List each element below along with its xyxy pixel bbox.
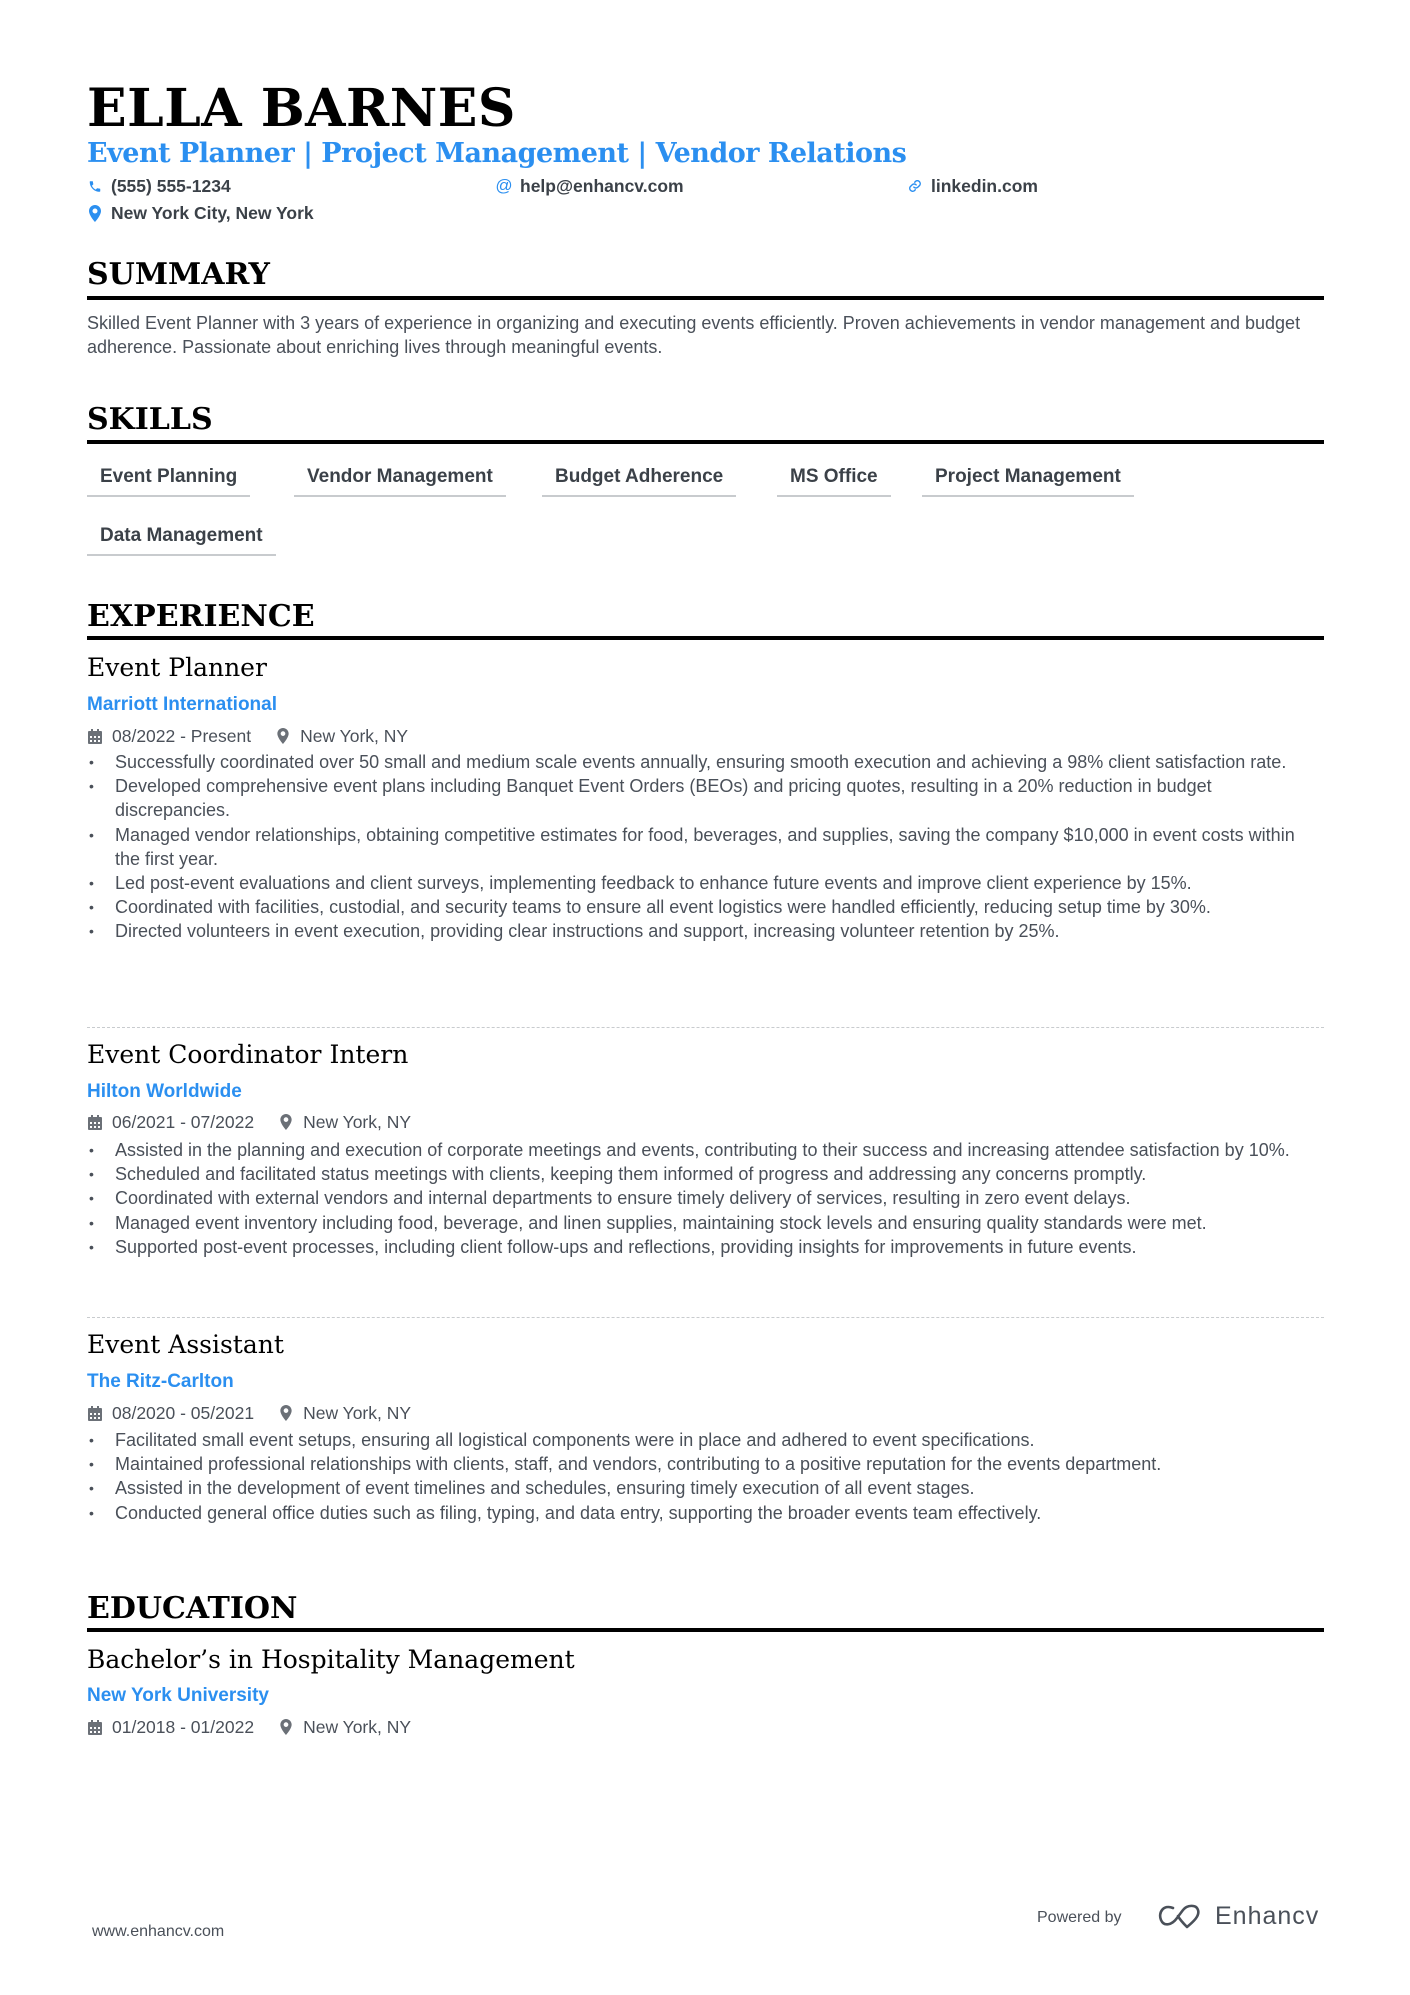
- degree-title: Bachelor’s in Hospitality Management: [87, 1645, 575, 1674]
- bullet-item: Maintained professional relationships wi…: [87, 1452, 1324, 1476]
- location-text: New York City, New York: [111, 202, 314, 223]
- candidate-name: ELLA BARNES: [87, 78, 516, 139]
- footer-website-link[interactable]: www.enhancv.com: [92, 1923, 224, 1941]
- school-name: New York University: [87, 1685, 269, 1706]
- job-location: New York, NY: [300, 725, 409, 746]
- job-location: New York, NY: [303, 1111, 412, 1132]
- contact-email[interactable]: @ help@enhancv.com: [495, 175, 684, 197]
- at-icon: @: [495, 176, 513, 195]
- job-meta: 08/2020 - 05/2021 New York, NY: [87, 1402, 411, 1424]
- email-link[interactable]: help@enhancv.com: [520, 176, 684, 197]
- education-rule: [87, 1628, 1324, 1632]
- bullet-item: Supported post-event processes, includin…: [87, 1235, 1324, 1259]
- location-pin-icon: [278, 1405, 294, 1422]
- skill-tag: Data Management: [87, 522, 276, 556]
- job-divider: [87, 1317, 1324, 1318]
- job-dates: 08/2022 - Present: [112, 725, 252, 746]
- job-dates: 06/2021 - 07/2022: [112, 1111, 255, 1132]
- calendar-icon: [87, 1719, 103, 1736]
- education-meta: 01/2018 - 01/2022 New York, NY: [87, 1716, 411, 1738]
- job-bullets: Facilitated small event setups, ensuring…: [87, 1428, 1324, 1525]
- experience-heading: EXPERIENCE: [87, 599, 315, 634]
- bullet-item: Facilitated small event setups, ensuring…: [87, 1428, 1324, 1452]
- bullet-item: Developed comprehensive event plans incl…: [87, 774, 1324, 822]
- job-title: Event Coordinator Intern: [87, 1040, 409, 1069]
- location-pin-icon: [278, 1719, 294, 1736]
- bullet-item: Managed vendor relationships, obtaining …: [87, 823, 1324, 871]
- job-location: New York, NY: [303, 1402, 412, 1423]
- company-name: Marriott International: [87, 694, 278, 715]
- calendar-icon: [87, 1114, 103, 1131]
- bullet-item: Scheduled and facilitated status meeting…: [87, 1162, 1324, 1186]
- candidate-headline: Event Planner | Project Management | Ven…: [87, 138, 907, 169]
- contact-linkedin[interactable]: linkedin.com: [907, 175, 1038, 197]
- bullet-item: Assisted in the development of event tim…: [87, 1476, 1324, 1500]
- phone-text: (555) 555-1234: [111, 175, 231, 196]
- calendar-icon: [87, 1405, 103, 1422]
- powered-by-label: Powered by: [1037, 1909, 1122, 1926]
- link-icon: [907, 177, 923, 195]
- education-location: New York, NY: [303, 1716, 412, 1737]
- skill-tag: Vendor Management: [294, 463, 506, 497]
- job-bullets: Successfully coordinated over 50 small a…: [87, 750, 1324, 944]
- calendar-icon: [87, 728, 103, 745]
- phone-icon: [87, 177, 103, 195]
- job-title: Event Planner: [87, 653, 267, 682]
- skills-heading: SKILLS: [87, 402, 213, 437]
- job-meta: 08/2022 - Present New York, NY: [87, 725, 408, 747]
- bullet-item: Coordinated with facilities, custodial, …: [87, 895, 1324, 919]
- location-pin-icon: [275, 728, 291, 745]
- summary-text: Skilled Event Planner with 3 years of ex…: [87, 313, 1301, 357]
- skill-tag: Budget Adherence: [542, 463, 737, 497]
- summary-rule: [87, 296, 1324, 300]
- bullet-item: Coordinated with external vendors and in…: [87, 1186, 1324, 1210]
- bullet-item: Conducted general office duties such as …: [87, 1501, 1324, 1525]
- skill-tag: Project Management: [922, 463, 1134, 497]
- bullet-item: Directed volunteers in event execution, …: [87, 919, 1324, 943]
- summary-heading: SUMMARY: [87, 257, 270, 292]
- bullet-item: Successfully coordinated over 50 small a…: [87, 750, 1324, 774]
- skill-tag: Event Planning: [87, 463, 251, 497]
- location-pin-icon: [87, 204, 103, 222]
- skills-rule: [87, 440, 1324, 444]
- enhancv-logo-icon: [1156, 1901, 1202, 1931]
- job-meta: 06/2021 - 07/2022 New York, NY: [87, 1111, 411, 1133]
- company-name: Hilton Worldwide: [87, 1081, 242, 1102]
- job-title: Event Assistant: [87, 1330, 284, 1359]
- contact-phone: (555) 555-1234: [87, 175, 231, 197]
- job-bullets: Assisted in the planning and execution o…: [87, 1138, 1324, 1259]
- skill-tag: MS Office: [777, 463, 891, 497]
- education-heading: EDUCATION: [87, 1591, 298, 1626]
- job-divider: [87, 1027, 1324, 1028]
- bullet-item: Led post-event evaluations and client su…: [87, 871, 1324, 895]
- experience-rule: [87, 636, 1324, 640]
- enhancv-brand-name: Enhancv: [1215, 1902, 1320, 1930]
- linkedin-link[interactable]: linkedin.com: [931, 176, 1038, 197]
- location-pin-icon: [278, 1114, 294, 1131]
- bullet-item: Managed event inventory including food, …: [87, 1211, 1324, 1235]
- bullet-item: Assisted in the planning and execution o…: [87, 1138, 1324, 1162]
- education-dates: 01/2018 - 01/2022: [112, 1716, 255, 1737]
- company-name: The Ritz-Carlton: [87, 1371, 234, 1392]
- contact-location: New York City, New York: [87, 202, 314, 224]
- job-dates: 08/2020 - 05/2021: [112, 1402, 255, 1423]
